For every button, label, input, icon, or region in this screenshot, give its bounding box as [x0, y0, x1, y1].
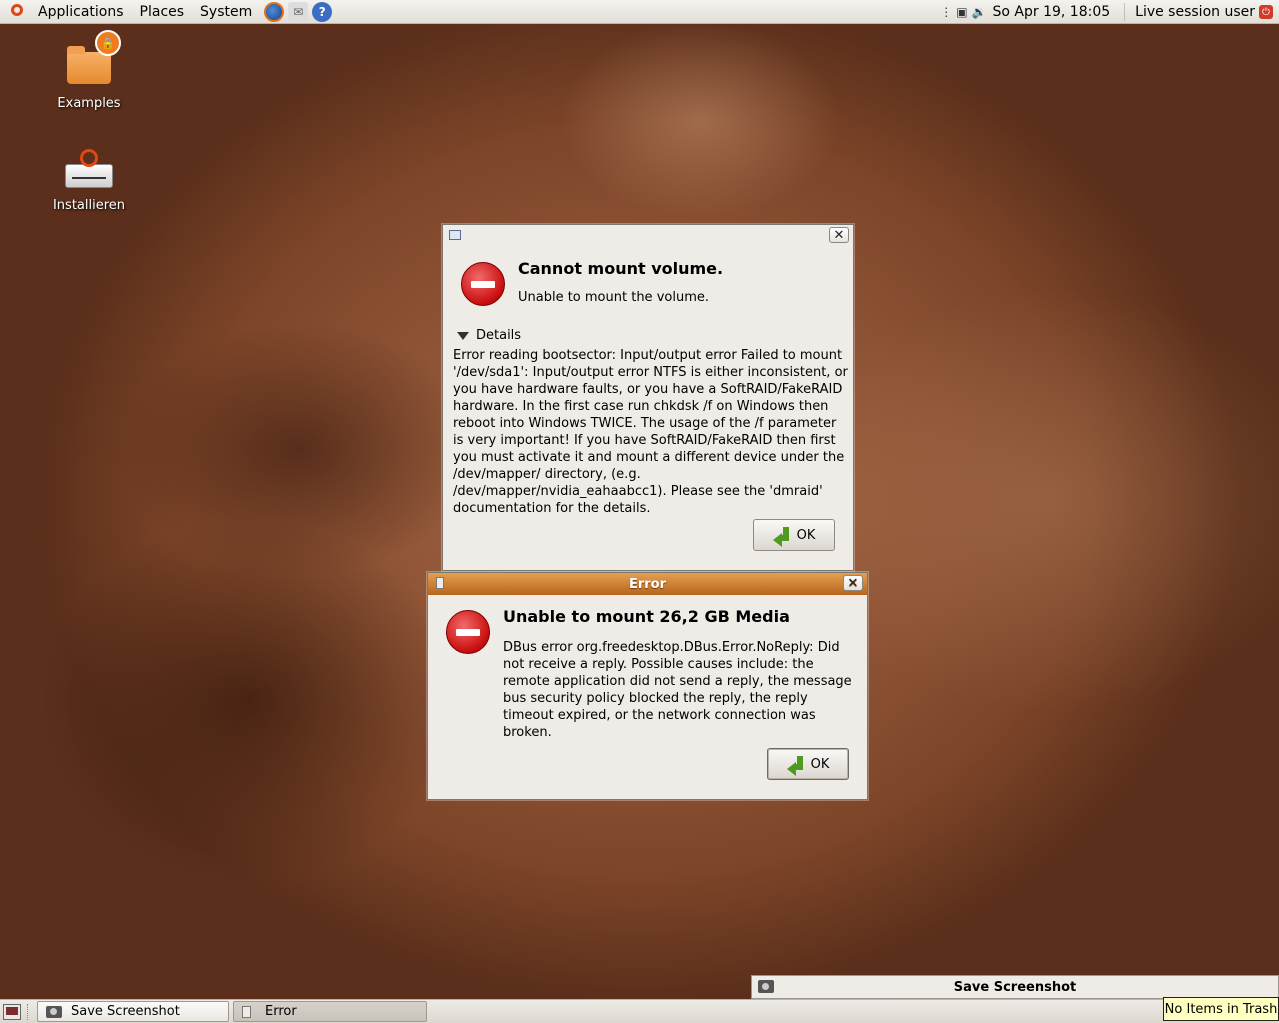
save-screenshot-window[interactable]: Save Screenshot [751, 975, 1279, 999]
ok-label: OK [796, 527, 816, 543]
camera-icon [46, 1005, 62, 1018]
menu-system[interactable]: System [192, 4, 260, 20]
ok-arrow-icon [786, 756, 805, 776]
clock[interactable]: So Apr 19, 18:05 [989, 4, 1119, 20]
volume-icon[interactable]: 🔉 [970, 5, 989, 19]
ubuntu-logo-icon[interactable] [8, 1, 30, 23]
ok-label: OK [810, 756, 830, 772]
details-label: Details [476, 328, 522, 343]
details-expander[interactable]: Details [457, 328, 521, 343]
desktop-icon-label: Examples [57, 96, 121, 111]
window-menu-icon[interactable] [436, 577, 444, 589]
error-message: DBus error org.freedesktop.DBus.Error.No… [503, 640, 852, 740]
system-tray: ⋮ ▣ 🔉 So Apr 19, 18:05 Live session user… [938, 0, 1279, 24]
window-title: Save Screenshot [953, 979, 1077, 995]
session-user[interactable]: Live session user [1131, 4, 1259, 20]
network-icon[interactable]: ▣ [954, 5, 969, 19]
power-icon[interactable]: ⏻ [1259, 5, 1273, 19]
dialog-titlebar[interactable]: ✕ [443, 225, 853, 247]
task-label: Error [265, 1004, 297, 1019]
menu-applications[interactable]: Applications [30, 4, 132, 20]
taskbar-item-save-screenshot[interactable]: Save Screenshot [37, 1001, 229, 1022]
folder-icon: 🔒 [67, 30, 121, 84]
help-launcher-icon[interactable]: ? [312, 1, 333, 22]
firefox-launcher-icon[interactable] [264, 1, 285, 22]
error-icon [461, 262, 505, 306]
show-desktop-icon[interactable] [3, 1003, 21, 1020]
lock-badge-icon: 🔒 [95, 30, 121, 56]
install-drive-icon [65, 149, 113, 188]
mail-launcher-icon[interactable]: ✉ [288, 1, 309, 22]
expander-arrow-icon [457, 331, 469, 340]
window-menu-icon[interactable] [449, 230, 461, 240]
desktop-icon-label: Installieren [52, 198, 126, 213]
desktop-icon-installieren[interactable]: Installieren [44, 149, 134, 213]
dialog-title: Unable to mount 26,2 GB Media [503, 607, 790, 626]
dialog-title: Cannot mount volume. [518, 259, 724, 278]
bottom-panel: Save Screenshot Error [0, 999, 1279, 1023]
error-icon [446, 610, 490, 654]
ok-button[interactable]: OK [753, 519, 835, 551]
dialog-titlebar[interactable]: Error ✕ [428, 573, 867, 595]
details-text: Error reading bootsector: Input/output e… [453, 348, 848, 516]
ok-button[interactable]: OK [767, 748, 849, 780]
desktop-icon-examples[interactable]: 🔒 Examples [44, 30, 134, 111]
ok-arrow-icon [772, 527, 791, 547]
error-dialog: Error ✕ Unable to mount 26,2 GB Media DB… [427, 572, 868, 800]
close-button[interactable]: ✕ [843, 575, 863, 591]
window-title: Error [628, 576, 667, 592]
camera-icon [758, 980, 774, 993]
tray-separator [1124, 3, 1126, 21]
notification-area-handle-icon: ⋮ [940, 5, 953, 19]
panel-grip [27, 1003, 31, 1020]
trash-tooltip: No Items in Trash [1163, 997, 1279, 1021]
close-button[interactable]: ✕ [829, 227, 849, 243]
top-panel: Applications Places System ✉ ? ⋮ ▣ 🔉 So … [0, 0, 1279, 24]
taskbar-item-error[interactable]: Error [233, 1001, 427, 1022]
cannot-mount-dialog: ✕ Cannot mount volume. Unable to mount t… [442, 224, 854, 571]
menu-places[interactable]: Places [132, 4, 193, 20]
window-icon [242, 1005, 251, 1018]
task-label: Save Screenshot [71, 1004, 180, 1019]
dialog-subtitle: Unable to mount the volume. [518, 290, 709, 305]
